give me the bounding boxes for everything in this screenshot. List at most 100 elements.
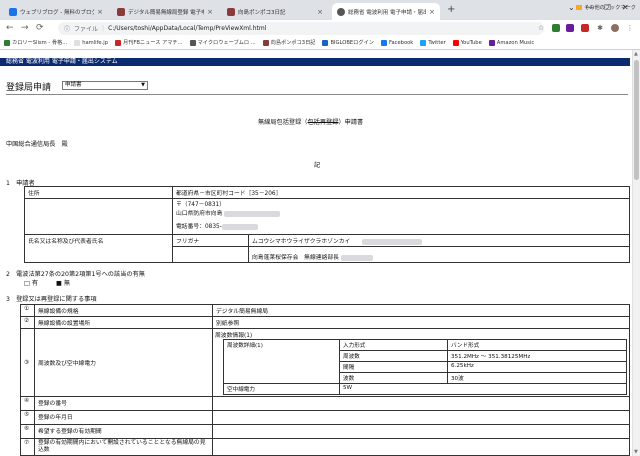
bookmark-favicon-icon bbox=[189, 39, 196, 46]
empty-cell bbox=[24, 198, 173, 235]
browser-tab-1[interactable]: ウェブリブログ - 無料のブログ(blog)サ × bbox=[4, 3, 108, 20]
browser-tab-3[interactable]: 向島ポンポコ3日記 × bbox=[222, 3, 328, 20]
bookmark-item[interactable]: Facebook bbox=[380, 39, 413, 46]
close-tab-icon[interactable]: × bbox=[97, 8, 103, 16]
star-bookmark-icon[interactable]: ☆ bbox=[537, 24, 545, 32]
bookmark-item[interactable]: Amazon Music bbox=[488, 39, 534, 46]
bookmark-favicon-icon bbox=[74, 39, 81, 46]
divider bbox=[6, 94, 628, 95]
bookmark-item[interactable]: YouTube bbox=[452, 39, 482, 46]
browser-tab-4-active[interactable]: 総務省 電波利用 電子申請・届出 × bbox=[332, 3, 440, 20]
row-label: 登録の有効期間内において開設されていることとなる無線局の見込数 bbox=[33, 438, 214, 456]
count-value: 30波 bbox=[447, 372, 627, 384]
spacing-label: 間隔 bbox=[339, 361, 448, 373]
blog-favicon-icon bbox=[9, 7, 17, 16]
bookmark-favicon-icon bbox=[262, 39, 269, 46]
menu-icon[interactable]: ⋮ bbox=[626, 24, 634, 32]
form-type-select[interactable]: 申請書 ▼ bbox=[62, 81, 148, 90]
puzzle-icon[interactable]: ✱ bbox=[596, 24, 604, 32]
scroll-down-icon[interactable]: ▼ bbox=[634, 449, 638, 455]
close-tab-icon[interactable]: × bbox=[317, 8, 323, 16]
row-number: ④ bbox=[20, 396, 35, 411]
bookmark-label: Twitter bbox=[428, 39, 446, 46]
row-number: ⑤ bbox=[20, 410, 35, 425]
address-code: 都道府県－市区町村コード［35－206］ bbox=[172, 186, 630, 199]
address-label: 住所 bbox=[24, 186, 173, 199]
freq-info-label: 周波数情報(1) bbox=[215, 333, 253, 339]
bookmark-favicon-icon bbox=[452, 39, 459, 46]
form-title-part: ）申請書 bbox=[338, 119, 364, 126]
select-value: 申請書 bbox=[65, 82, 82, 88]
row-number: ⑦ bbox=[20, 438, 35, 456]
reload-icon[interactable]: ⟳ bbox=[36, 23, 44, 33]
globe-icon bbox=[337, 7, 345, 16]
row-label: 登録の番号 bbox=[33, 396, 214, 411]
bookmark-item[interactable]: 向島ポンポコ3日記 bbox=[262, 39, 316, 46]
ki-mark: 記 bbox=[314, 162, 321, 169]
name-cell: 向島蓬莱桜保存会 無線連絡部長 bbox=[248, 246, 630, 263]
tab-title: ウェブリブログ - 無料のブログ(blog)サ bbox=[20, 9, 95, 16]
freq-label: 周波数 bbox=[339, 350, 448, 362]
city: 山口県防府市向島 bbox=[176, 211, 223, 217]
form-title-strike: 包括再登録 bbox=[307, 119, 339, 126]
bookmark-label: 向島ポンポコ3日記 bbox=[270, 40, 316, 46]
system-banner: 総務省 電波利用 電子申請・届出システム bbox=[0, 58, 630, 66]
section-2-title: 2 電波法第27条の20第2項第1号への該当の有無 bbox=[6, 271, 145, 278]
extension-icon[interactable] bbox=[581, 24, 589, 32]
info-icon[interactable]: ⓘ bbox=[64, 24, 70, 33]
phone-label: 電話番号：0835- bbox=[176, 224, 222, 230]
bookmark-favicon-icon bbox=[380, 39, 387, 46]
tab-title: 総務省 電波利用 電子申請・届出 bbox=[348, 9, 427, 16]
bookmark-item[interactable]: マイクロウェーブムロ ... bbox=[189, 39, 256, 46]
row-label: 無線設備の規格 bbox=[33, 304, 214, 317]
row-value bbox=[212, 396, 630, 411]
table-row: 氏名又は名称及び代表者氏名 フリガナ ムコウシマホウライザクラホゾンカイ bbox=[24, 234, 630, 263]
spacing-value: 6.25kHz bbox=[447, 361, 627, 373]
bookmark-item[interactable]: BIGLOBEログイン bbox=[322, 39, 374, 46]
tab-title: 向島ポンポコ3日記 bbox=[238, 9, 286, 16]
scroll-thumb[interactable] bbox=[634, 60, 639, 180]
row-label: 周波数及び空中線電力 bbox=[33, 328, 214, 397]
row-value bbox=[212, 424, 630, 439]
other-bookmarks[interactable]: その他のブックマーク bbox=[576, 4, 636, 11]
scroll-up-icon[interactable]: ▲ bbox=[634, 51, 638, 57]
form-title: 無線局包括登録（包括再登録）申請書 bbox=[258, 117, 363, 126]
checkbox-yes: □ 有 bbox=[24, 280, 39, 287]
bookmark-label: BIGLOBEログイン bbox=[330, 40, 374, 46]
extension-icon[interactable] bbox=[552, 24, 560, 32]
bookmark-item[interactable]: hamlife.jp bbox=[74, 39, 108, 46]
folder-icon bbox=[576, 5, 583, 10]
bookmark-label: カロリーSlism - 骨格... bbox=[12, 40, 68, 46]
divider: | bbox=[102, 25, 105, 32]
address-bar[interactable]: ⓘ ファイル | C:/Users/toshi/AppData/Local/Te… bbox=[58, 22, 544, 35]
close-tab-icon[interactable]: × bbox=[207, 8, 213, 16]
table-row: ④ 登録の番号 bbox=[20, 396, 630, 411]
bookmarks-bar: カロリーSlism - 骨格... hamlife.jp 月刊FBニュース アマチ.… bbox=[0, 36, 640, 50]
new-tab-button[interactable]: + bbox=[447, 4, 455, 15]
freq-value: 351.2MHz ～ 351.38125MHz bbox=[447, 350, 627, 362]
bookmark-favicon-icon bbox=[4, 39, 10, 46]
row-value: デジタル簡易無線局 bbox=[212, 304, 630, 317]
bookmark-item[interactable]: Twitter bbox=[420, 39, 446, 46]
row-value bbox=[212, 438, 630, 456]
extension-icon[interactable] bbox=[566, 24, 574, 32]
city-line: 山口県防府市向島 bbox=[176, 210, 626, 219]
url-text[interactable]: C:/Users/toshi/AppData/Local/Temp/PreVie… bbox=[108, 25, 266, 32]
bookmark-item[interactable]: カロリーSlism - 骨格... bbox=[4, 39, 67, 46]
bookmark-item[interactable]: 月刊FBニュース アマチ... bbox=[115, 39, 183, 46]
phone-line: 電話番号：0835- bbox=[176, 223, 626, 232]
avatar[interactable] bbox=[611, 24, 619, 32]
row-label: 登録の年月日 bbox=[33, 410, 214, 425]
forward-arrow-icon[interactable]: → bbox=[21, 23, 29, 33]
close-tab-icon[interactable]: × bbox=[429, 8, 435, 16]
row-value: 別紙参照 bbox=[212, 316, 630, 329]
back-arrow-icon[interactable]: ← bbox=[6, 23, 14, 33]
row-number: ① bbox=[20, 304, 35, 317]
vertical-scrollbar[interactable]: ▲ ▼ bbox=[632, 50, 640, 456]
browser-tab-bar: ウェブリブログ - 無料のブログ(blog)サ × デジタル簡易無線局登録 電子… bbox=[0, 0, 640, 20]
frequency-cell: 周波数情報(1) 周波数詳細(1) 入力形式 バンド形式 周波数 351.2MH… bbox=[212, 328, 630, 397]
row-value bbox=[212, 410, 630, 425]
table-row: ② 無線設備の設置場所 別紙参照 bbox=[20, 316, 630, 329]
tab-search-icon[interactable]: ⌄ bbox=[568, 3, 575, 12]
browser-tab-2[interactable]: デジタル簡易無線局登録 電子申請 × bbox=[112, 3, 218, 20]
